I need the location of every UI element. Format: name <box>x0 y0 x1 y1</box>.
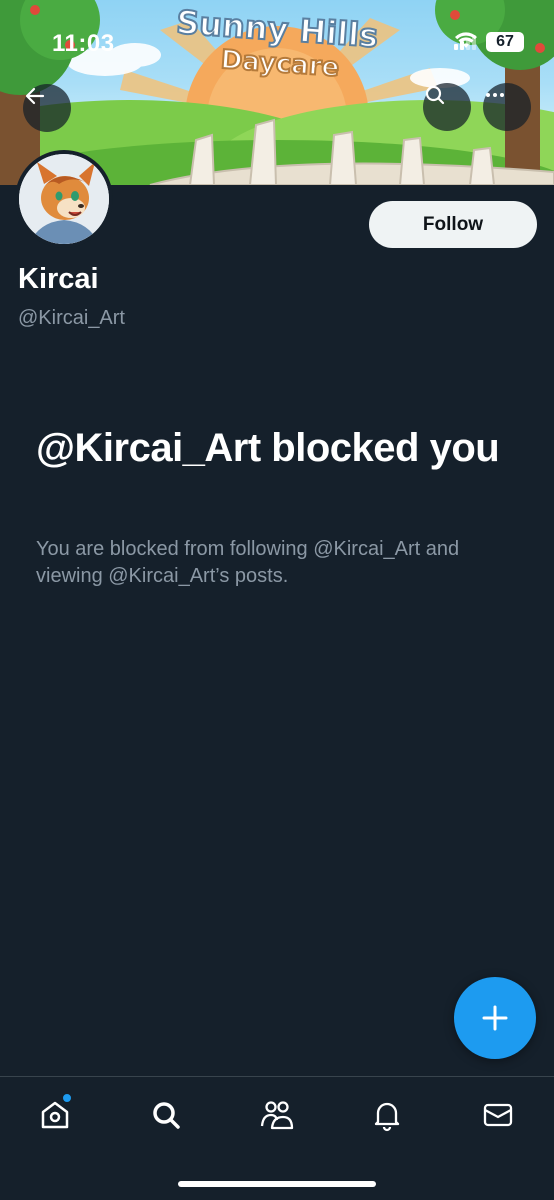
avatar[interactable] <box>15 150 113 248</box>
nav-search[interactable] <box>136 1091 196 1139</box>
more-icon <box>486 93 504 97</box>
back-arrow-icon <box>25 87 45 105</box>
battery-icon: 67 <box>486 32 524 52</box>
nav-notifications[interactable] <box>357 1091 417 1139</box>
communities-icon <box>260 1101 294 1130</box>
status-icons: 67 <box>454 32 524 52</box>
search-button[interactable] <box>423 83 471 131</box>
nav-communities[interactable] <box>247 1091 307 1139</box>
nav-home[interactable] <box>25 1091 85 1139</box>
search-icon <box>153 1102 180 1129</box>
profile-display-name: Kircai <box>18 263 99 295</box>
mail-icon <box>483 1103 513 1127</box>
avatar-illustration <box>19 154 109 244</box>
more-options-button[interactable] <box>483 83 531 131</box>
follow-button[interactable]: Follow <box>369 201 537 248</box>
back-button[interactable] <box>23 84 71 132</box>
home-indicator <box>178 1181 376 1187</box>
compose-post-button[interactable] <box>454 977 536 1059</box>
plus-icon <box>482 1005 508 1031</box>
wifi-icon <box>455 32 477 48</box>
home-icon <box>41 1101 69 1129</box>
home-notification-dot <box>62 1093 72 1103</box>
nav-messages[interactable] <box>468 1091 528 1139</box>
bell-icon <box>374 1102 400 1132</box>
status-time: 11:03 <box>52 30 115 57</box>
search-icon <box>425 85 445 105</box>
blocked-description: You are blocked from following @Kircai_A… <box>36 538 460 587</box>
blocked-title: @Kircai_Art blocked you <box>36 426 500 470</box>
profile-handle: @Kircai_Art <box>18 307 125 329</box>
